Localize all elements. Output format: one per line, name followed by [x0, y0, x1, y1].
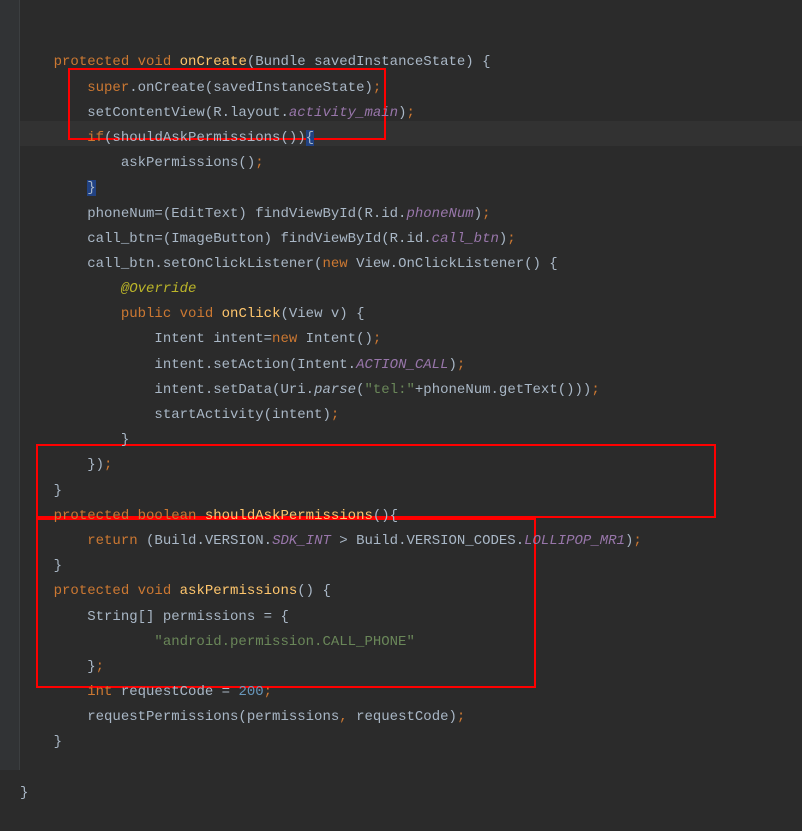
code-line[interactable]: String[] permissions = {	[20, 605, 642, 630]
code-line[interactable]	[20, 756, 642, 781]
code-line[interactable]: });	[20, 453, 642, 478]
code-line[interactable]: askPermissions();	[20, 151, 642, 176]
code-line[interactable]: int requestCode = 200;	[20, 680, 642, 705]
code-line[interactable]: @Override	[20, 277, 642, 302]
code-line[interactable]: };	[20, 655, 642, 680]
code-line[interactable]: call_btn.setOnClickListener(new View.OnC…	[20, 252, 642, 277]
code-line[interactable]: startActivity(intent);	[20, 403, 642, 428]
code-line[interactable]: return (Build.VERSION.SDK_INT > Build.VE…	[20, 529, 642, 554]
code-line[interactable]: if(shouldAskPermissions()){	[20, 126, 642, 151]
code-line[interactable]: }	[20, 428, 642, 453]
code-line[interactable]: requestPermissions(permissions, requestC…	[20, 705, 642, 730]
code-line[interactable]: intent.setData(Uri.parse("tel:"+phoneNum…	[20, 378, 642, 403]
code-line[interactable]: "android.permission.CALL_PHONE"	[20, 630, 642, 655]
code-line[interactable]: public void onClick(View v) {	[20, 302, 642, 327]
code-line[interactable]: intent.setAction(Intent.ACTION_CALL);	[20, 353, 642, 378]
editor-gutter	[0, 0, 20, 770]
code-line[interactable]: protected boolean shouldAskPermissions()…	[20, 504, 642, 529]
code-editor-content[interactable]: protected void onCreate(Bundle savedInst…	[20, 0, 642, 831]
code-line[interactable]: call_btn=(ImageButton) findViewById(R.id…	[20, 227, 642, 252]
code-line[interactable]: protected void onCreate(Bundle savedInst…	[20, 50, 642, 75]
code-line[interactable]: }	[20, 781, 642, 806]
code-line[interactable]: }	[20, 730, 642, 755]
code-line[interactable]: }	[20, 176, 642, 201]
code-line[interactable]: Intent intent=new Intent();	[20, 327, 642, 352]
code-line[interactable]: protected void askPermissions() {	[20, 579, 642, 604]
code-line[interactable]: super.onCreate(savedInstanceState);	[20, 76, 642, 101]
code-line[interactable]: phoneNum=(EditText) findViewById(R.id.ph…	[20, 202, 642, 227]
code-line[interactable]: }	[20, 554, 642, 579]
code-line[interactable]: setContentView(R.layout.activity_main);	[20, 101, 642, 126]
code-line[interactable]: }	[20, 479, 642, 504]
